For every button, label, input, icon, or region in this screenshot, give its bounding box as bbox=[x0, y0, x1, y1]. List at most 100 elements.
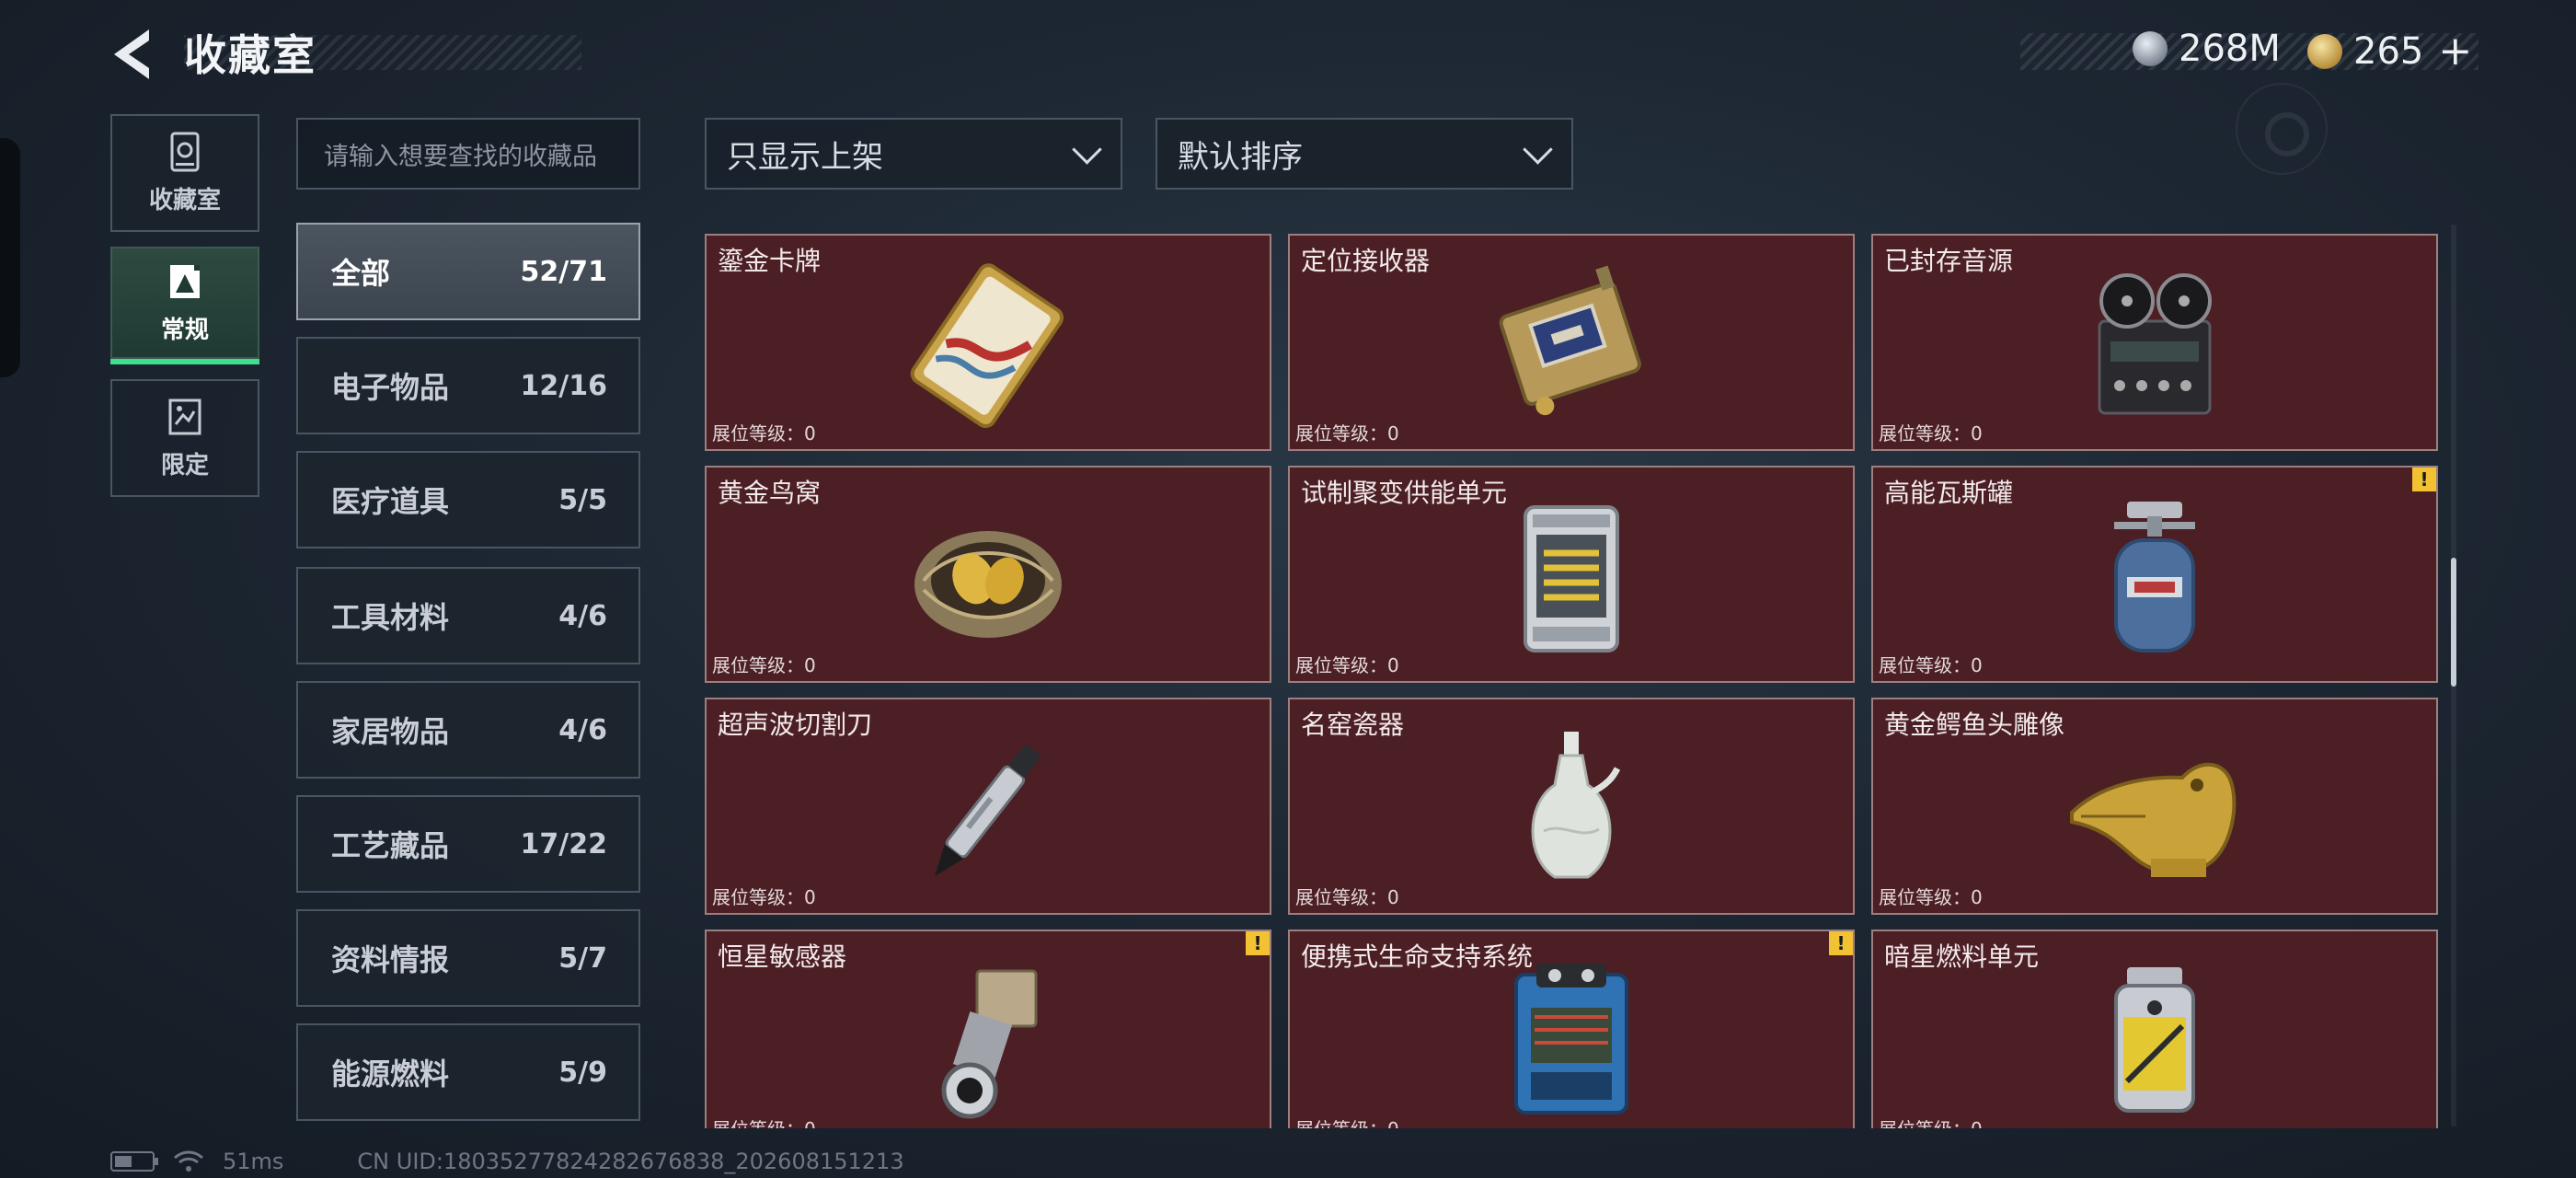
side-tab-vault[interactable]: 收藏室 bbox=[110, 114, 259, 232]
category-intel[interactable]: 资料情报 5/7 bbox=[296, 909, 640, 1007]
category-count: 5/5 bbox=[558, 483, 607, 516]
collection-item-card[interactable]: 鎏金卡牌 展位等级：0 bbox=[705, 234, 1271, 451]
item-name: 黄金鸟窝 bbox=[718, 478, 822, 508]
category-all[interactable]: 全部 52/71 bbox=[296, 223, 640, 320]
item-name: 已封存音源 bbox=[1884, 246, 2014, 276]
top-bar: 收藏室 268M 265 + bbox=[0, 0, 2576, 175]
item-level: 展位等级：0 bbox=[1295, 654, 1399, 676]
life-support-icon bbox=[1514, 964, 1628, 1114]
item-level: 展位等级：0 bbox=[1295, 422, 1399, 445]
collection-item-card[interactable]: 便携式生命支持系统 ! 展位等级：0 bbox=[1288, 930, 1855, 1128]
gold-coin-icon bbox=[2307, 33, 2342, 69]
collection-item-card[interactable]: 定位接收器 展位等级：0 bbox=[1288, 234, 1855, 451]
sort-value: 默认排序 bbox=[1178, 138, 1303, 176]
side-tab-regular[interactable]: 常规 bbox=[110, 247, 259, 364]
item-level: 展位等级：0 bbox=[712, 422, 816, 445]
collection-item-card[interactable]: 试制聚变供能单元 展位等级：0 bbox=[1288, 466, 1855, 683]
silver-amount: 268M bbox=[2179, 28, 2281, 70]
item-name: 试制聚变供能单元 bbox=[1301, 478, 1508, 508]
item-level: 展位等级：0 bbox=[1879, 654, 1983, 676]
decorative-ring-icon bbox=[2236, 83, 2328, 175]
ultrasonic-knife-icon bbox=[935, 744, 1041, 877]
category-household[interactable]: 家居物品 4/6 bbox=[296, 681, 640, 779]
category-name: 家居物品 bbox=[331, 714, 450, 749]
item-name: 定位接收器 bbox=[1301, 246, 1431, 276]
category-medical[interactable]: 医疗道具 5/5 bbox=[296, 451, 640, 549]
fusion-unit-icon bbox=[1524, 505, 1619, 653]
item-level: 展位等级：0 bbox=[1879, 422, 1983, 445]
wifi-icon bbox=[174, 1150, 203, 1172]
gilded-card-icon bbox=[910, 263, 1064, 429]
item-level: 展位等级：0 bbox=[1879, 886, 1983, 908]
collection-item-card[interactable]: 恒星敏感器 ! 展位等级：0 bbox=[705, 930, 1271, 1128]
item-name: 名窑瓷器 bbox=[1301, 710, 1405, 740]
item-name: 黄金鳄鱼头雕像 bbox=[1884, 710, 2065, 740]
reel-recorder-icon bbox=[2098, 273, 2212, 415]
category-electronics[interactable]: 电子物品 12/16 bbox=[296, 337, 640, 434]
fuel-cell-icon bbox=[2114, 967, 2195, 1113]
currency-gold[interactable]: 265 + bbox=[2307, 28, 2472, 75]
sort-dropdown[interactable]: 默认排序 bbox=[1156, 118, 1573, 190]
item-level: 展位等级：0 bbox=[712, 886, 816, 908]
vault-icon bbox=[170, 132, 200, 171]
category-name: 工艺藏品 bbox=[331, 828, 450, 863]
category-count: 5/9 bbox=[558, 1056, 607, 1089]
device-notch bbox=[0, 138, 20, 377]
chevron-down-icon bbox=[1071, 139, 1100, 168]
warning-badge-icon: ! bbox=[1246, 931, 1270, 955]
category-count: 4/6 bbox=[558, 599, 607, 632]
battery-icon bbox=[110, 1151, 158, 1172]
silver-coin-icon bbox=[2133, 31, 2168, 66]
collection-item-card[interactable]: 黄金鳄鱼头雕像 展位等级：0 bbox=[1871, 698, 2438, 915]
limited-card-icon bbox=[168, 398, 201, 434]
gas-canister-icon bbox=[2114, 502, 2195, 653]
collection-item-card[interactable]: 黄金鸟窝 展位等级：0 bbox=[705, 466, 1271, 683]
category-name: 医疗道具 bbox=[331, 484, 450, 519]
category-crafts[interactable]: 工艺藏品 17/22 bbox=[296, 795, 640, 893]
grid-scrollbar[interactable] bbox=[2451, 225, 2456, 1126]
item-name: 超声波切割刀 bbox=[718, 710, 873, 740]
warning-badge-icon: ! bbox=[2412, 468, 2436, 491]
scrollbar-thumb[interactable] bbox=[2451, 558, 2456, 687]
item-name: 暗星燃料单元 bbox=[1884, 941, 2040, 972]
collection-search-input[interactable]: 请输入想要查找的收藏品 bbox=[296, 118, 640, 190]
item-level: 展位等级：0 bbox=[712, 654, 816, 676]
collection-item-card[interactable]: 高能瓦斯罐 ! 展位等级：0 bbox=[1871, 466, 2438, 683]
category-count: 12/16 bbox=[520, 369, 607, 402]
category-name: 全部 bbox=[331, 256, 391, 291]
user-uid: CN UID:18035277824282676838_202608151213 bbox=[357, 1149, 904, 1174]
back-button[interactable] bbox=[109, 24, 164, 85]
ping-value: 51ms bbox=[223, 1149, 284, 1174]
add-gold-button[interactable]: + bbox=[2438, 28, 2472, 75]
star-sensor-icon bbox=[941, 969, 1038, 1119]
currency-silver[interactable]: 268M bbox=[2133, 28, 2281, 70]
chevron-down-icon bbox=[1522, 139, 1551, 168]
golden-nest-icon bbox=[914, 531, 1062, 638]
collection-item-card[interactable]: 名窑瓷器 展位等级：0 bbox=[1288, 698, 1855, 915]
collection-item-card[interactable]: 已封存音源 展位等级：0 bbox=[1871, 234, 2438, 451]
item-level: 展位等级：0 bbox=[712, 1114, 816, 1128]
collection-item-card[interactable]: 暗星燃料单元 展位等级：0 bbox=[1871, 930, 2438, 1128]
category-name: 资料情报 bbox=[331, 942, 450, 977]
item-name: 恒星敏感器 bbox=[718, 941, 847, 972]
gold-crocodile-icon bbox=[2070, 762, 2237, 877]
warning-badge-icon: ! bbox=[1829, 931, 1853, 955]
item-level: 展位等级：0 bbox=[1295, 1114, 1399, 1128]
item-level: 展位等级：0 bbox=[1295, 886, 1399, 908]
display-filter-value: 只显示上架 bbox=[727, 138, 883, 176]
collection-grid: 鎏金卡牌 展位等级：0 定位接收器 展位等级：0 已封存音源 展位等级：0 黄金… bbox=[705, 234, 2444, 1128]
item-level: 展位等级：0 bbox=[1879, 1114, 1983, 1128]
category-tools[interactable]: 工具材料 4/6 bbox=[296, 567, 640, 664]
porcelain-vase-icon bbox=[1531, 732, 1621, 879]
page-title: 收藏室 bbox=[184, 30, 316, 80]
item-name: 高能瓦斯罐 bbox=[1884, 478, 2014, 508]
category-fuel[interactable]: 能源燃料 5/9 bbox=[296, 1023, 640, 1121]
side-tab-limited[interactable]: 限定 bbox=[110, 379, 259, 497]
display-filter-dropdown[interactable]: 只显示上架 bbox=[705, 118, 1122, 190]
collection-item-card[interactable]: 超声波切割刀 展位等级：0 bbox=[705, 698, 1271, 915]
item-name: 鎏金卡牌 bbox=[718, 246, 822, 276]
category-count: 17/22 bbox=[520, 827, 607, 860]
regular-card-icon bbox=[170, 264, 200, 298]
category-name: 电子物品 bbox=[331, 370, 450, 405]
side-tab-label: 限定 bbox=[160, 451, 209, 479]
